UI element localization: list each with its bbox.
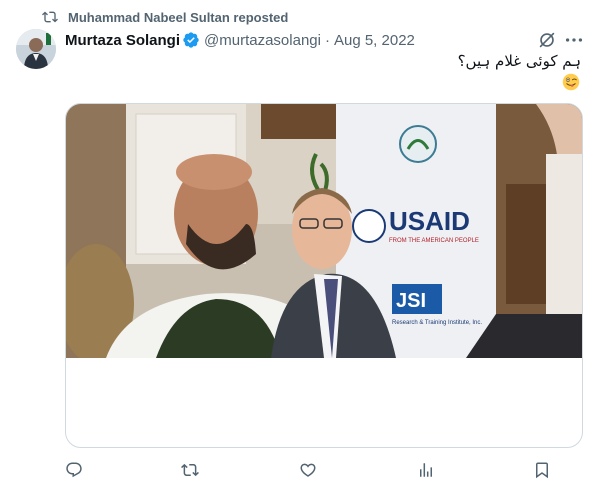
separator-dot: · bbox=[324, 31, 330, 49]
usaid-sign-text: USAID bbox=[389, 206, 470, 236]
like-button[interactable] bbox=[296, 458, 320, 482]
author-name[interactable]: Murtaza Solangi bbox=[65, 32, 180, 49]
usaid-sign-subtext: FROM THE AMERICAN PEOPLE bbox=[389, 238, 479, 244]
reply-button[interactable] bbox=[62, 458, 86, 482]
jsi-logo-subtext: Research & Training Institute, Inc. bbox=[392, 320, 482, 326]
jsi-logo-text: JSI bbox=[396, 290, 426, 312]
repost-label[interactable]: Muhammad Nabeel Sultan reposted bbox=[68, 10, 288, 25]
more-options-icon[interactable] bbox=[563, 29, 585, 51]
repost-icon bbox=[42, 11, 58, 23]
tweet-photo[interactable]: USAID FROM THE AMERICAN PEOPLE JSI Resea… bbox=[66, 104, 582, 358]
winking-tongue-emoji-icon bbox=[562, 73, 580, 91]
heart-icon bbox=[300, 463, 316, 477]
grok-icon[interactable] bbox=[536, 29, 558, 51]
author-handle[interactable]: @murtazasolangi bbox=[204, 32, 321, 49]
views-button[interactable] bbox=[414, 458, 438, 482]
avatar-image bbox=[16, 29, 56, 69]
repost-button[interactable] bbox=[178, 458, 202, 482]
repost-header[interactable]: Muhammad Nabeel Sultan reposted bbox=[42, 8, 288, 26]
views-icon bbox=[420, 463, 432, 477]
bookmark-button[interactable] bbox=[530, 458, 554, 482]
avatar[interactable] bbox=[16, 29, 56, 69]
repost-icon bbox=[181, 463, 199, 477]
bookmark-icon bbox=[536, 462, 548, 479]
reply-icon bbox=[66, 462, 82, 478]
tweet-header: Murtaza Solangi @murtazasolangi · Aug 5,… bbox=[65, 30, 415, 50]
tweet-date[interactable]: Aug 5, 2022 bbox=[334, 32, 415, 49]
tweet-text: ہم کوئی غلام ہیں؟ bbox=[457, 52, 581, 70]
verified-badge-icon[interactable] bbox=[182, 31, 200, 49]
media-card[interactable]: USAID FROM THE AMERICAN PEOPLE JSI Resea… bbox=[65, 103, 583, 448]
tweet-actions bbox=[60, 458, 560, 482]
